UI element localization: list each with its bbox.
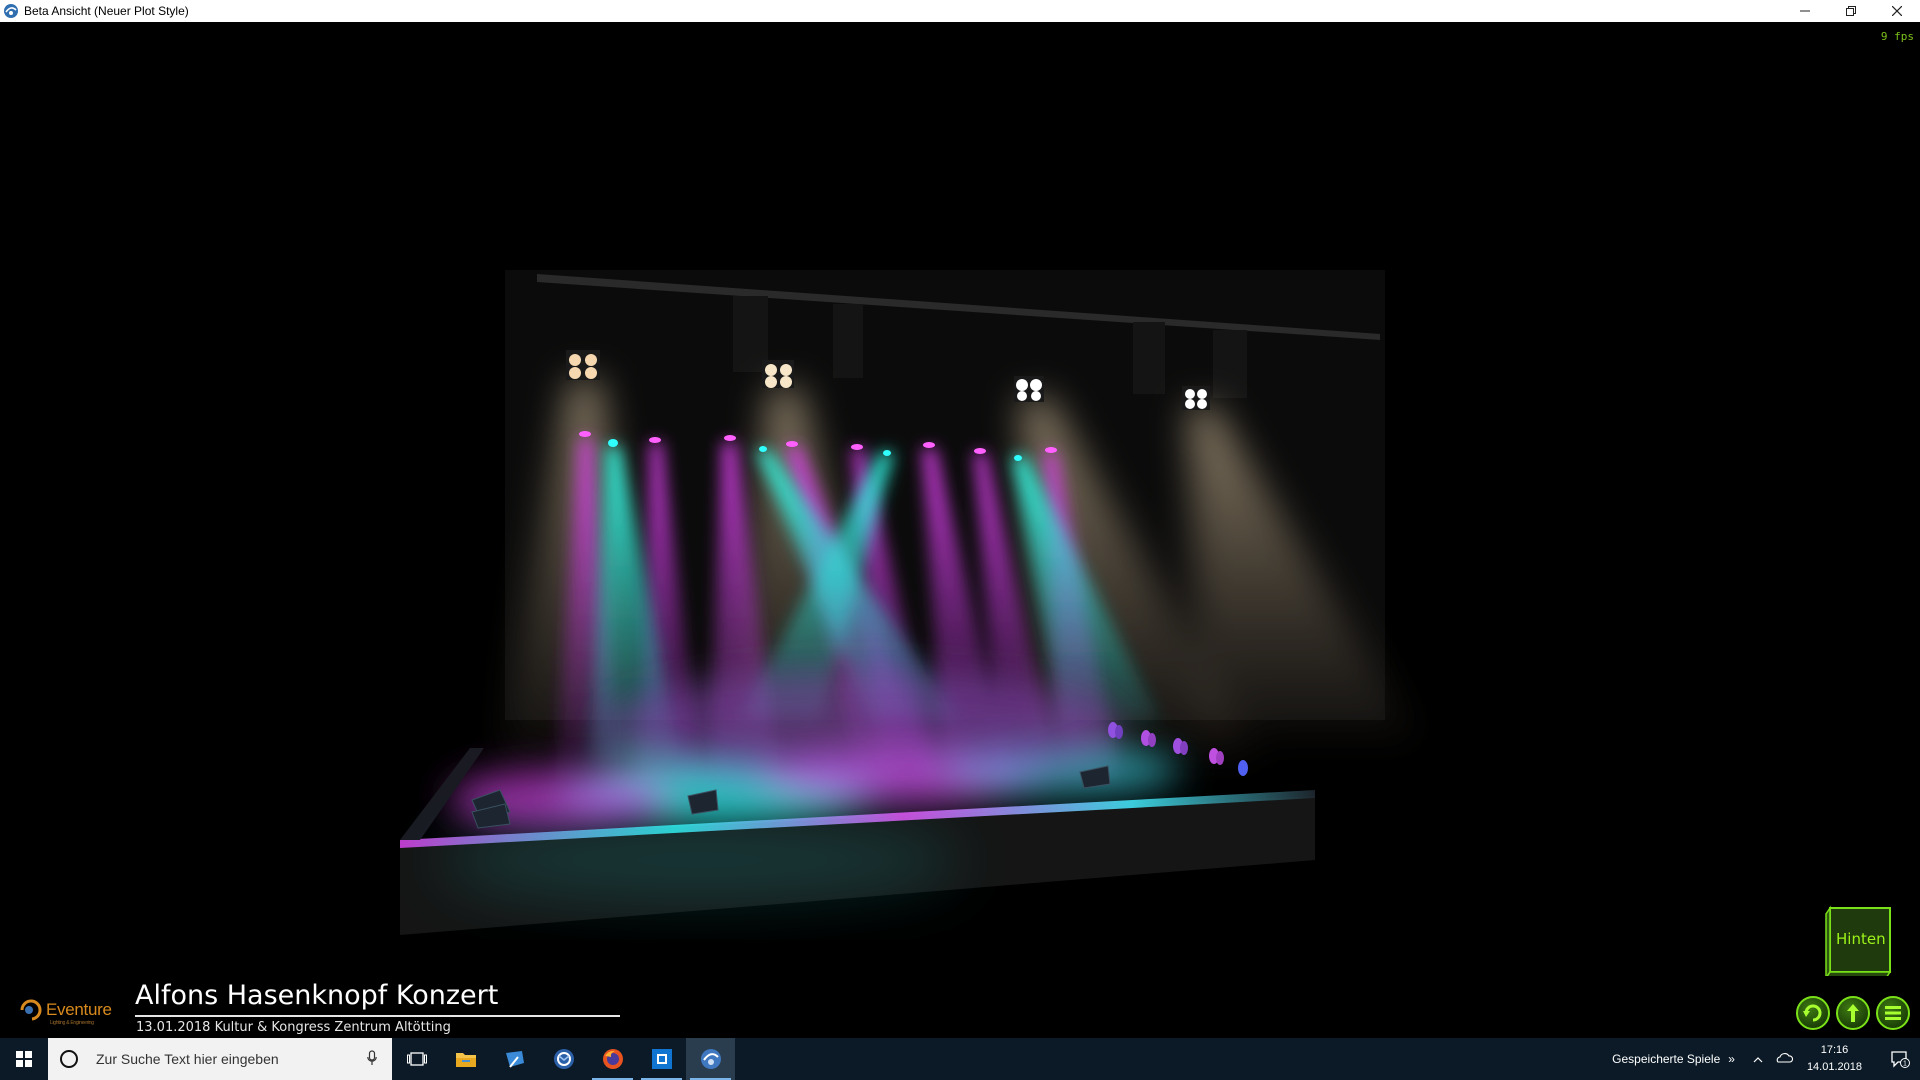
move-button[interactable]	[1836, 996, 1870, 1030]
app-logo-icon	[4, 4, 18, 18]
brand-name: Eventure Lighting & Engineering	[46, 1000, 112, 1026]
system-tray: Gespeicherte Spiele » 17:16 14.01.2018 1	[1612, 1038, 1920, 1080]
menu-button[interactable]	[1876, 996, 1910, 1030]
show-hidden-icons-icon[interactable]	[1753, 1052, 1763, 1066]
firefox-icon	[602, 1049, 623, 1069]
taskbar: Gespeicherte Spiele » 17:16 14.01.2018 1	[0, 1038, 1920, 1080]
menu-icon	[1885, 1006, 1901, 1020]
title-divider	[135, 1015, 620, 1017]
notification-icon: 1	[1891, 1051, 1910, 1068]
view-cube[interactable]: Hinten	[1824, 904, 1894, 981]
file-explorer-button[interactable]	[441, 1038, 490, 1080]
clock[interactable]: 17:16 14.01.2018	[1807, 1042, 1862, 1076]
truss-speaker-4	[1213, 330, 1247, 398]
show-subtitle: 13.01.2018 Kultur & Kongress Zentrum Alt…	[136, 1020, 451, 1035]
window-title: Beta Ansicht (Neuer Plot Style)	[24, 4, 189, 18]
taskbar-search[interactable]	[48, 1038, 392, 1080]
minimize-button[interactable]	[1782, 0, 1828, 22]
store-icon	[651, 1049, 672, 1069]
brand-tagline: Lighting & Engineering	[50, 1020, 94, 1026]
close-icon	[1892, 6, 1902, 16]
truss-speaker-2	[833, 304, 863, 378]
outlook-button[interactable]	[539, 1038, 588, 1080]
stage-front-reflection	[440, 820, 960, 900]
show-title: Alfons Hasenknopf Konzert	[135, 980, 499, 1011]
eventure-logo-icon	[20, 999, 42, 1021]
cortana-icon	[60, 1050, 78, 1068]
app-icon	[505, 1051, 524, 1068]
saved-games-toolbar[interactable]: Gespeicherte Spiele	[1612, 1052, 1720, 1066]
fps-counter: 9 fps	[1880, 30, 1914, 43]
restore-icon	[1846, 6, 1856, 16]
firefox-button[interactable]	[588, 1038, 637, 1080]
windows-logo-icon	[16, 1051, 32, 1067]
file-explorer-icon	[455, 1053, 476, 1067]
task-view-icon	[406, 1052, 427, 1066]
clock-time: 17:16	[1820, 1044, 1849, 1056]
app-current-icon	[700, 1049, 721, 1069]
clock-date: 14.01.2018	[1806, 1061, 1862, 1073]
onedrive-icon[interactable]	[1775, 1052, 1794, 1066]
view-cube-label: Hinten	[1836, 930, 1886, 948]
move-icon	[1847, 1004, 1859, 1022]
stage-scene[interactable]	[0, 22, 1920, 1038]
brand-logo: Eventure Lighting & Engineering	[18, 990, 118, 1030]
brand-name-text: Eventure	[46, 1000, 112, 1019]
current-app-button[interactable]	[686, 1038, 735, 1080]
close-button[interactable]	[1874, 0, 1920, 22]
action-center-button[interactable]: 1	[1880, 1038, 1920, 1080]
store-button[interactable]	[637, 1038, 686, 1080]
restore-button[interactable]	[1828, 0, 1874, 22]
microphone-icon[interactable]	[352, 1049, 392, 1069]
window-title-bar: Beta Ansicht (Neuer Plot Style)	[0, 0, 1920, 22]
truss-speaker-3	[1133, 322, 1165, 394]
toolbar-overflow-icon[interactable]: »	[1728, 1052, 1735, 1066]
start-button[interactable]	[0, 1038, 48, 1080]
rotate-icon	[1803, 1004, 1822, 1022]
3d-viewport[interactable]: 9 fps Eventure Lighting & Engineering Al…	[0, 22, 1920, 1038]
pinned-app-button[interactable]	[490, 1038, 539, 1080]
notification-count: 1	[1903, 1061, 1907, 1068]
task-view-button[interactable]	[392, 1038, 441, 1080]
search-input[interactable]	[96, 1051, 352, 1067]
outlook-icon	[553, 1049, 574, 1069]
rotate-button[interactable]	[1796, 996, 1830, 1030]
minimize-icon	[1800, 10, 1810, 12]
